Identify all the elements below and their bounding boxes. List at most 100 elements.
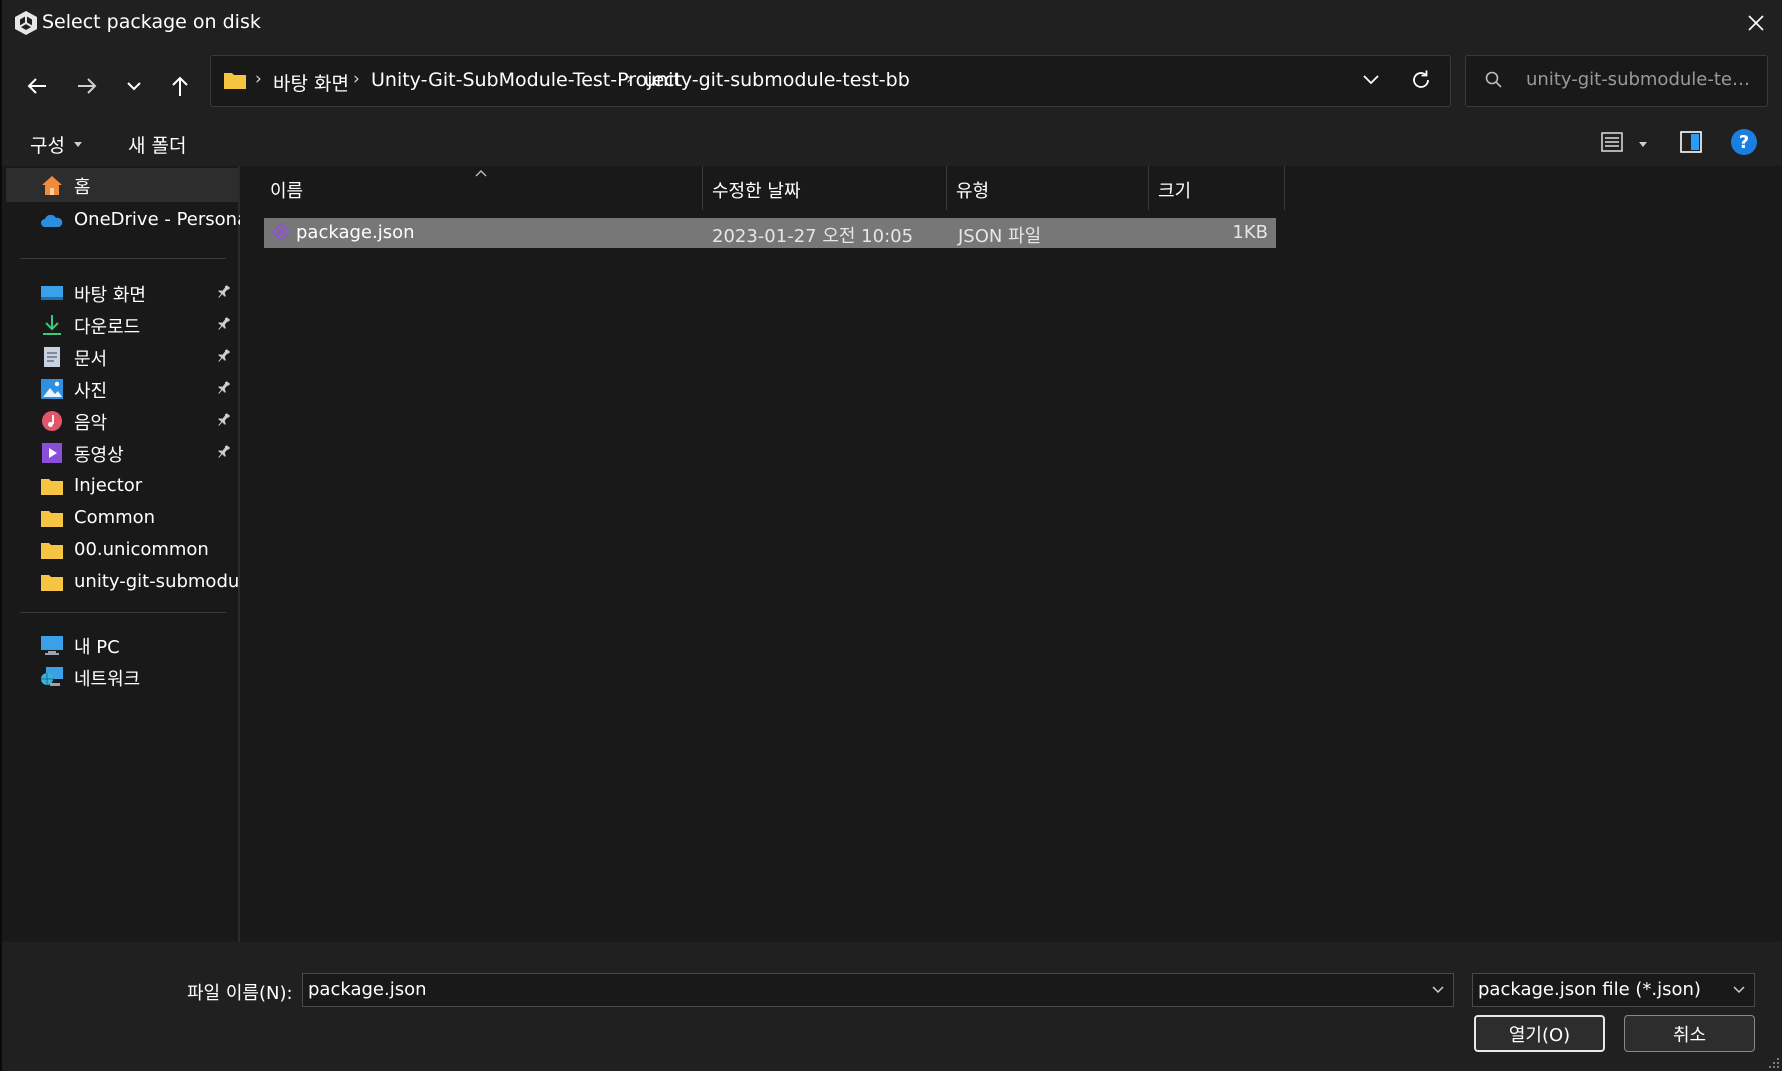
- column-divider[interactable]: [702, 166, 703, 210]
- sidebar-item-label: unity-git-submodule: [74, 571, 256, 592]
- column-divider[interactable]: [1284, 166, 1285, 210]
- sidebar-item-network[interactable]: 네트워크: [6, 660, 238, 694]
- filename-value: package.json: [308, 979, 427, 1000]
- sidebar-item-label: 다운로드: [74, 317, 141, 338]
- unity-icon: [15, 11, 37, 35]
- sidebar-item-label: 네트워크: [74, 669, 141, 690]
- desktop-icon: [41, 286, 63, 300]
- folder-icon: [41, 575, 63, 591]
- sidebar-item-label: 동영상: [74, 445, 124, 466]
- column-divider[interactable]: [946, 166, 947, 210]
- organize-menu[interactable]: 구성: [30, 131, 65, 158]
- column-header-size[interactable]: 크기: [1158, 177, 1191, 203]
- back-button[interactable]: [19, 68, 55, 104]
- sidebar-item-label: 사진: [74, 381, 108, 402]
- up-button[interactable]: [162, 68, 198, 104]
- address-bar[interactable]: › 바탕 화면 › Unity-Git-SubModule-Test-Proje…: [210, 55, 1451, 107]
- filetype-select[interactable]: package.json file (*.json): [1472, 973, 1755, 1007]
- videos-icon: [42, 443, 62, 463]
- sidebar-item-downloads[interactable]: 다운로드: [6, 308, 238, 342]
- sidebar-item-unicommon[interactable]: 00.unicommon: [6, 534, 238, 568]
- column-header-modified[interactable]: 수정한 날짜: [712, 177, 801, 203]
- breadcrumb-separator: ›: [353, 69, 360, 89]
- sidebar-item-common[interactable]: Common: [6, 502, 238, 536]
- new-folder-button[interactable]: 새 폴더: [128, 131, 186, 158]
- sidebar-item-home[interactable]: 홈: [6, 168, 238, 202]
- sidebar-item-this-pc[interactable]: 내 PC: [6, 628, 238, 662]
- sidebar-item-pictures[interactable]: 사진: [6, 372, 238, 406]
- filename-label: 파일 이름(N):: [187, 983, 293, 1004]
- json-file-icon: [271, 222, 291, 242]
- file-size: 1KB: [1232, 222, 1268, 243]
- window-title: Select package on disk: [42, 11, 261, 33]
- pin-icon[interactable]: [216, 284, 232, 300]
- breadcrumb-separator: ›: [255, 69, 262, 89]
- sidebar-item-unity-git-submodule[interactable]: unity-git-submodule: [6, 566, 255, 600]
- dialog-footer: 파일 이름(N): package.json package.json file…: [2, 942, 1782, 1071]
- computer-icon: [41, 636, 63, 655]
- pin-icon[interactable]: [216, 444, 232, 460]
- resize-grip-icon[interactable]: [1768, 1057, 1780, 1069]
- sidebar-item-videos[interactable]: 동영상: [6, 436, 238, 470]
- chevron-down-icon[interactable]: [1361, 69, 1381, 89]
- music-icon: [42, 411, 62, 431]
- forward-button[interactable]: [69, 68, 105, 104]
- column-header-name[interactable]: 이름: [270, 177, 303, 203]
- search-input[interactable]: unity-git-submodule-test-b...: [1526, 69, 1758, 90]
- breadcrumb-current[interactable]: unity-git-submodule-test-bb: [644, 69, 910, 91]
- search-box[interactable]: unity-git-submodule-test-b...: [1465, 55, 1768, 107]
- file-dialog-window: Select package on disk › 바탕 화면 › Unity-G…: [2, 0, 1782, 1071]
- pin-icon[interactable]: [216, 380, 232, 396]
- close-button[interactable]: [1730, 0, 1782, 46]
- filename-input[interactable]: package.json: [302, 973, 1454, 1007]
- pin-icon[interactable]: [216, 348, 232, 364]
- sidebar-item-desktop[interactable]: 바탕 화면: [6, 276, 238, 310]
- breadcrumb-desktop[interactable]: 바탕 화면: [273, 69, 349, 96]
- breadcrumb-separator: ›: [626, 69, 633, 89]
- table-row[interactable]: package.json 2023-01-27 오전 10:05 JSON 파일…: [264, 218, 1276, 248]
- file-type: JSON 파일: [958, 226, 1042, 247]
- search-icon: [1485, 71, 1502, 88]
- caret-down-icon: [74, 142, 82, 147]
- cancel-button[interactable]: 취소: [1624, 1015, 1755, 1052]
- details-view-icon[interactable]: [1600, 130, 1624, 154]
- column-header-type[interactable]: 유형: [956, 177, 989, 203]
- pin-icon[interactable]: [216, 316, 232, 332]
- folder-icon: [41, 479, 63, 495]
- pictures-icon: [41, 379, 63, 399]
- pin-icon[interactable]: [216, 412, 232, 428]
- sidebar-item-label: 바탕 화면: [74, 285, 146, 306]
- breadcrumb-project[interactable]: Unity-Git-SubModule-Test-Project: [371, 69, 682, 91]
- help-icon[interactable]: ?: [1731, 129, 1757, 155]
- chevron-down-icon: [127, 82, 141, 91]
- open-button[interactable]: 열기(O): [1474, 1015, 1605, 1052]
- sidebar-item-label: 00.unicommon: [74, 539, 209, 560]
- chevron-down-icon[interactable]: [1431, 983, 1445, 997]
- filetype-value: package.json file (*.json): [1478, 979, 1701, 1000]
- column-divider[interactable]: [1148, 166, 1149, 210]
- folder-icon: [224, 73, 246, 89]
- close-icon: [1748, 15, 1764, 31]
- sidebar-item-label: 문서: [74, 349, 108, 370]
- divider: [20, 258, 226, 259]
- caret-down-icon[interactable]: [1639, 142, 1647, 147]
- sidebar-item-label: OneDrive - Personal: [74, 209, 254, 230]
- preview-pane-icon[interactable]: [1679, 130, 1703, 154]
- file-list: 이름 수정한 날짜 유형 크기 package.json 2023-01-27 …: [240, 166, 1782, 942]
- sidebar-item-injector[interactable]: Injector: [6, 470, 238, 504]
- sidebar-item-label: 홈: [74, 177, 91, 198]
- sidebar-item-onedrive[interactable]: OneDrive - Personal: [6, 204, 253, 238]
- documents-icon: [44, 347, 60, 367]
- sidebar-item-label: 음악: [74, 413, 108, 434]
- navigation-pane: 홈 OneDrive - Personal 바탕 화면 다운로드 문서 사진 음…: [2, 166, 255, 942]
- folder-icon: [41, 511, 63, 527]
- refresh-icon[interactable]: [1409, 68, 1433, 92]
- title-bar: Select package on disk: [2, 0, 1782, 46]
- sidebar-item-documents[interactable]: 문서: [6, 340, 238, 374]
- recent-locations-button[interactable]: [116, 68, 152, 104]
- arrow-left-icon: [27, 78, 46, 94]
- divider: [20, 612, 226, 613]
- sidebar-item-label: 내 PC: [74, 637, 120, 658]
- cloud-icon: [41, 214, 63, 227]
- sidebar-item-music[interactable]: 음악: [6, 404, 238, 438]
